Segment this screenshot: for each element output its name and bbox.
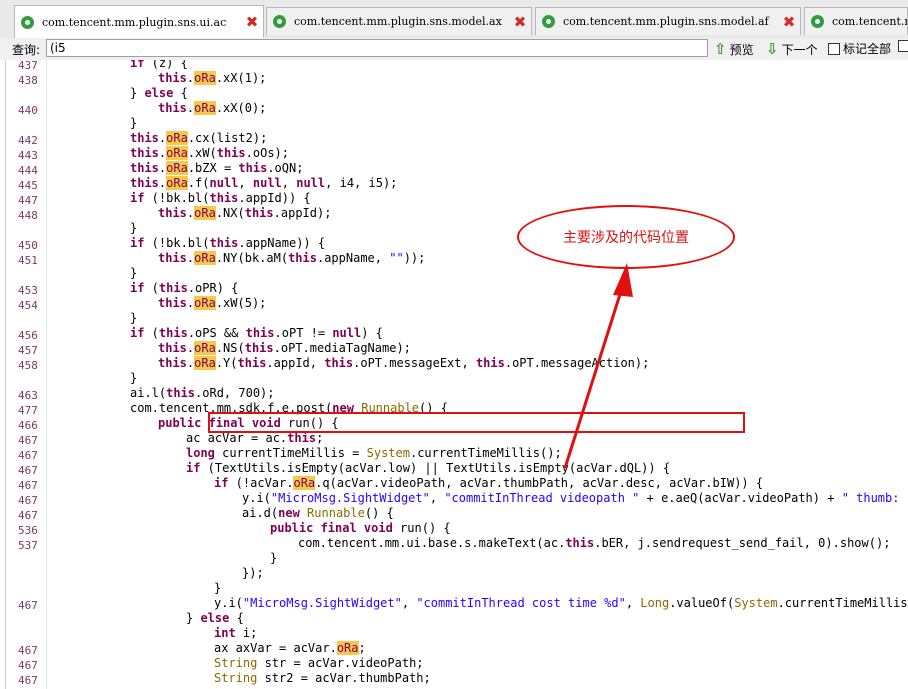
callout-bubble: 主要涉及的代码位置 bbox=[517, 205, 735, 269]
callout-text: 主要涉及的代码位置 bbox=[563, 230, 689, 246]
callout-arrow bbox=[563, 263, 633, 469]
